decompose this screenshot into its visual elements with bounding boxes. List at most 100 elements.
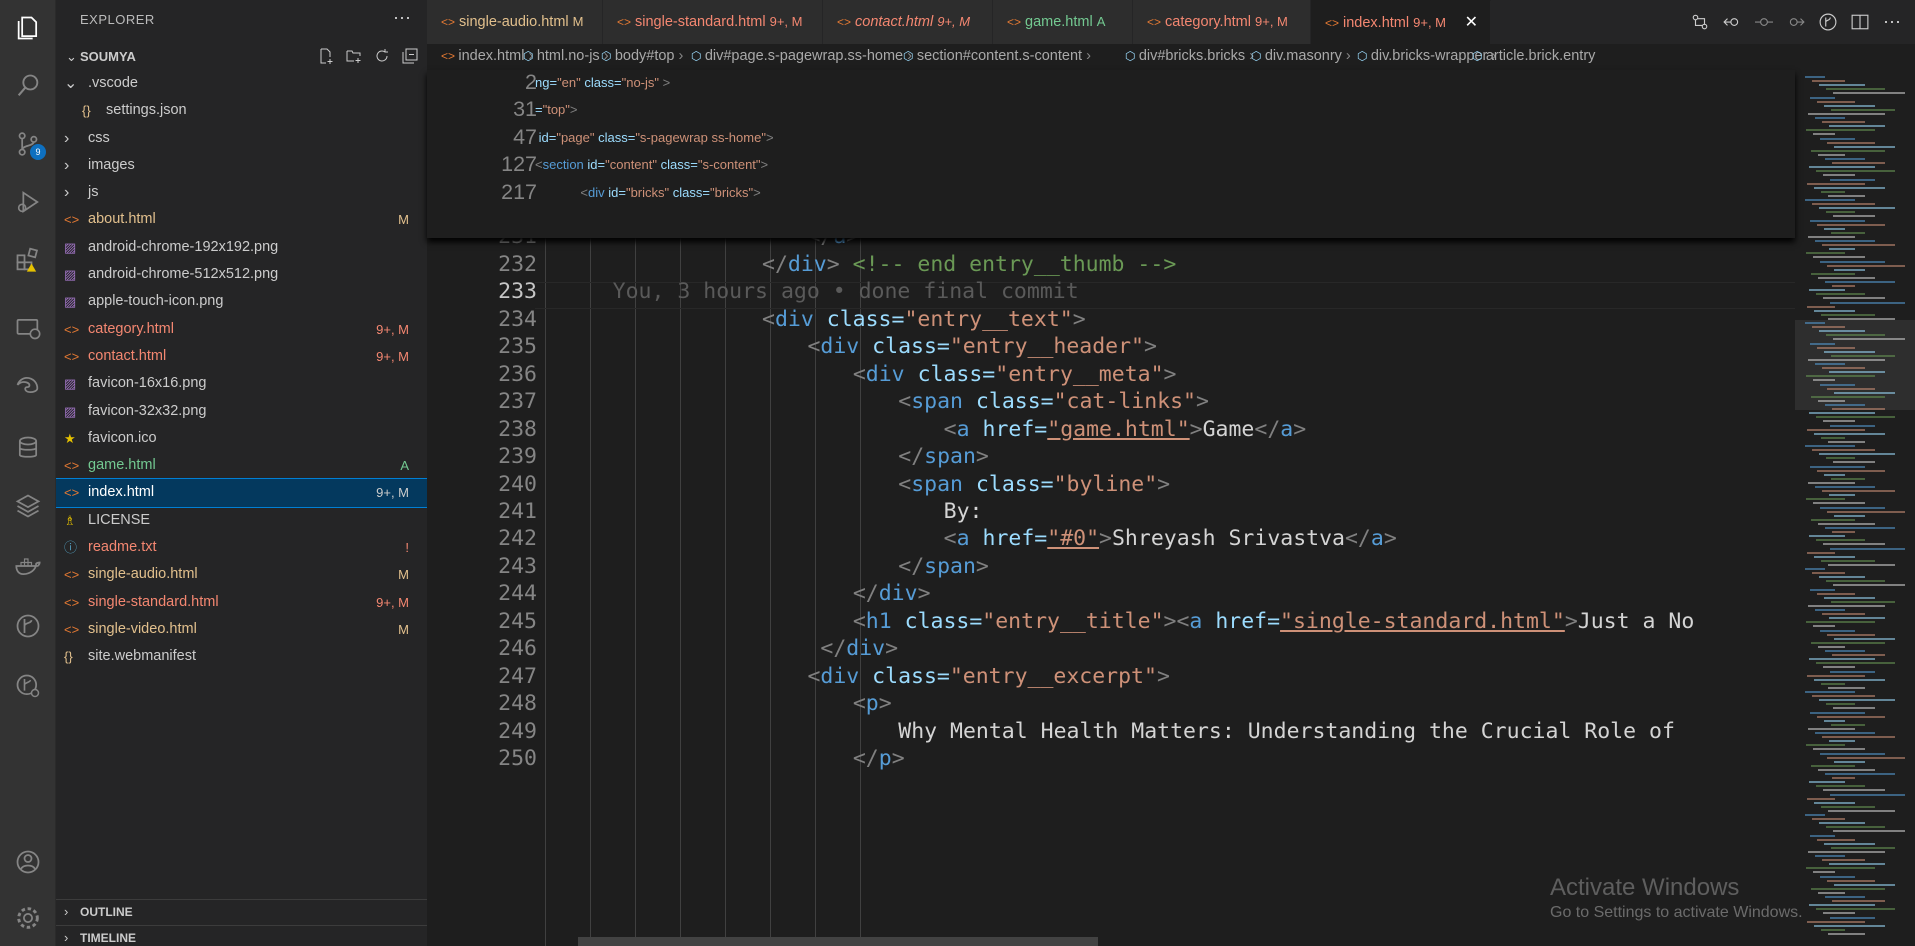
line-number: 217 xyxy=(501,179,537,204)
code-line[interactable]: 237 <span class="cat-links"> xyxy=(427,388,1795,415)
search-icon[interactable] xyxy=(8,66,48,106)
code-line[interactable]: 217 <div id="bricks" class="bricks"> xyxy=(427,179,1795,206)
editor-tab[interactable]: <> index.html 9+, M ✕ xyxy=(1311,0,1491,44)
code-line[interactable]: 240 <span class="byline"> xyxy=(427,471,1795,498)
project-header[interactable]: ⌄ SOUMYA xyxy=(56,46,427,68)
outline-panel-header[interactable]: › OUTLINE xyxy=(56,899,427,923)
more-actions-icon[interactable]: ⋯ xyxy=(393,8,411,29)
refresh-icon[interactable] xyxy=(373,46,391,66)
editor-tab[interactable]: <> single-standard.html 9+, M xyxy=(603,0,823,44)
chevron-right-icon: › xyxy=(64,930,69,945)
file-tree-item[interactable]: <> single-video.html M xyxy=(56,616,427,643)
code-line[interactable]: 234 <div class="entry__text"> xyxy=(427,306,1795,333)
code-line[interactable]: 239 </span> xyxy=(427,443,1795,470)
code-line[interactable]: 244 </div> xyxy=(427,580,1795,607)
file-tree-item[interactable]: <> contact.html 9+, M xyxy=(56,343,427,370)
editor-tab[interactable]: <> game.html A xyxy=(993,0,1133,44)
file-tree-item[interactable]: ★ favicon.ico xyxy=(56,425,427,452)
file-tree-item[interactable]: ▨ apple-touch-icon.png xyxy=(56,288,427,315)
breadcrumb-item[interactable]: ⬡ div#page.s-pagewrap.ss-home › xyxy=(691,48,912,64)
breadcrumb-item[interactable]: ⬡ body#top › xyxy=(601,48,683,64)
file-tree-item[interactable]: › css xyxy=(56,125,427,152)
file-tree-item[interactable]: {} settings.json xyxy=(56,97,427,124)
file-name: favicon.ico xyxy=(88,429,157,446)
file-tree-item[interactable]: ⌄ .vscode xyxy=(56,70,427,97)
database-icon[interactable] xyxy=(8,428,48,468)
minimap-line xyxy=(1832,900,1885,903)
open-next-change-icon[interactable] xyxy=(1785,11,1807,33)
code-line[interactable]: 249 Why Mental Health Matters: Understand… xyxy=(427,718,1795,745)
code-line[interactable]: 250 </p> xyxy=(427,745,1795,772)
code-line[interactable]: 248 <p> xyxy=(427,690,1795,717)
file-tree-item[interactable]: ⓘ readme.txt! xyxy=(56,534,427,561)
code-line[interactable]: 233 You, 3 hours ago • done final commit xyxy=(427,278,1795,305)
more-actions-icon[interactable]: ⋯ xyxy=(1881,11,1903,33)
source-control-icon[interactable]: 9 xyxy=(8,124,48,164)
code-line[interactable]: 232 </div> <!-- end entry__thumb --> xyxy=(427,251,1795,278)
horizontal-scrollbar[interactable] xyxy=(578,937,1098,946)
file-tree-item[interactable]: <> about.html M xyxy=(56,206,427,233)
code-line[interactable]: 241 By: xyxy=(427,498,1795,525)
code-line[interactable]: 236 <div class="entry__meta"> xyxy=(427,361,1795,388)
code-line[interactable]: 235 <div class="entry__header"> xyxy=(427,333,1795,360)
code-line[interactable]: 245 <h1 class="entry__title"><a href="sin… xyxy=(427,608,1795,635)
breadcrumb-item[interactable]: ⬡ article.brick.entry xyxy=(1472,48,1595,64)
breadcrumb-item[interactable]: ⬡ html.no-js › xyxy=(523,48,609,64)
compare-changes-icon[interactable] xyxy=(1689,11,1711,33)
code-line[interactable]: 2 ng="en" class="no-js" > xyxy=(427,69,1795,96)
collapse-all-icon[interactable] xyxy=(401,46,419,66)
code-line[interactable]: 242 <a href="#0">Shreyash Srivastva</a> xyxy=(427,525,1795,552)
code-line[interactable]: 127 <section id="content" class="s-conten… xyxy=(427,151,1795,178)
close-tab-icon[interactable]: ✕ xyxy=(1465,1,1478,44)
breadcrumb-item[interactable]: ⬡ div.masonry › xyxy=(1251,48,1351,64)
git-graph-icon[interactable] xyxy=(8,606,48,646)
docker-icon[interactable] xyxy=(8,546,48,586)
code-line[interactable]: 243 </span> xyxy=(427,553,1795,580)
editor-tab[interactable]: <> single-audio.html M xyxy=(427,0,603,44)
open-previous-change-icon[interactable] xyxy=(1721,11,1743,33)
file-tree-item[interactable]: ▨ android-chrome-192x192.png xyxy=(56,234,427,261)
file-tree-item[interactable]: <> single-audio.html M xyxy=(56,561,427,588)
sticky-scroll-header[interactable]: 2 ng="en" class="no-js" >31 ="top"> 47 id="… xyxy=(427,70,1795,238)
remote-explorer-icon[interactable] xyxy=(8,308,48,348)
minimap[interactable] xyxy=(1795,70,1915,946)
code-line[interactable]: 247 <div class="entry__excerpt"> xyxy=(427,663,1795,690)
breadcrumb-item[interactable]: <> index.html › xyxy=(441,48,533,64)
code-line[interactable]: 47 id="page" class="s-pagewrap ss-home"> xyxy=(427,124,1795,151)
file-tree-item[interactable]: ▨ android-chrome-512x512.png xyxy=(56,261,427,288)
file-tree-item[interactable]: <> game.html A xyxy=(56,452,427,479)
file-tree-item[interactable]: <> single-standard.html 9+, M xyxy=(56,589,427,616)
breadcrumb-item[interactable]: ⬡ section#content.s-content › xyxy=(903,48,1091,64)
file-tree-item[interactable]: {} site.webmanifest xyxy=(56,643,427,670)
extensions-icon[interactable] xyxy=(8,240,48,280)
breadcrumb-item[interactable]: ⬡ div#bricks.bricks › xyxy=(1125,48,1254,64)
account-icon[interactable] xyxy=(8,842,48,882)
git-blame-toggle-icon[interactable] xyxy=(1817,11,1839,33)
minimap-line xyxy=(1819,576,1865,579)
code-token: > xyxy=(975,444,989,470)
line-number: 127 xyxy=(501,152,537,177)
run-debug-icon[interactable] xyxy=(8,182,48,222)
file-tree-item[interactable]: ▨ favicon-16x16.png xyxy=(56,370,427,397)
file-tree-item[interactable]: <> index.html 9+, M xyxy=(56,478,427,508)
gitlens-icon[interactable] xyxy=(8,666,48,706)
code-line[interactable]: 31 ="top"> xyxy=(427,96,1795,123)
code-line[interactable]: 238 <a href="game.html">Game</a> xyxy=(427,416,1795,443)
file-tree-item[interactable]: ♗ LICENSE xyxy=(56,507,427,534)
file-tree-item[interactable]: › images xyxy=(56,152,427,179)
editor-tab[interactable]: <> contact.html 9+, M xyxy=(823,0,993,44)
editor-tab[interactable]: <> category.html 9+, M xyxy=(1133,0,1311,44)
timeline-panel-header[interactable]: › TIMELINE xyxy=(56,925,427,946)
settings-gear-icon[interactable] xyxy=(8,898,48,938)
new-file-icon[interactable] xyxy=(317,46,335,66)
layers-icon[interactable] xyxy=(8,486,48,526)
open-line-changes-icon[interactable] xyxy=(1753,11,1775,33)
split-editor-icon[interactable] xyxy=(1849,11,1871,33)
explorer-icon[interactable] xyxy=(8,8,48,48)
file-tree-item[interactable]: ▨ favicon-32x32.png xyxy=(56,398,427,425)
code-line[interactable]: 246 </div> xyxy=(427,635,1795,662)
new-folder-icon[interactable] xyxy=(345,46,363,66)
file-tree-item[interactable]: › js xyxy=(56,179,427,206)
edge-icon[interactable] xyxy=(8,366,48,406)
file-tree-item[interactable]: <> category.html 9+, M xyxy=(56,316,427,343)
